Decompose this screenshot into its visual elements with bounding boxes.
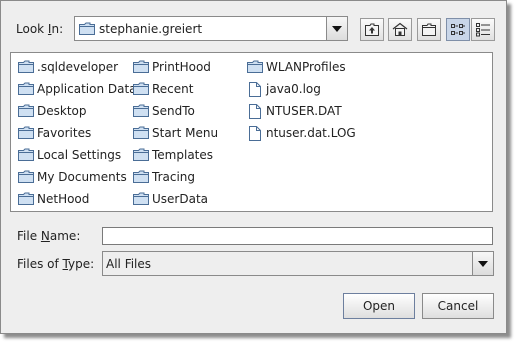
look-in-label-prefix: Look	[16, 22, 48, 36]
folder-icon	[18, 148, 34, 164]
cancel-button[interactable]: Cancel	[422, 293, 494, 319]
look-in-dropdown-button[interactable]	[326, 17, 347, 40]
folder-icon	[133, 104, 149, 120]
file-name-label-suffix: ame:	[49, 229, 81, 243]
folder-icon	[133, 60, 149, 76]
look-in-label-suffix: n:	[51, 22, 64, 36]
home-button[interactable]	[388, 18, 412, 41]
folder-icon	[133, 148, 149, 164]
file-type-value: All Files	[106, 257, 152, 271]
folder-icon	[18, 82, 34, 98]
list-item-label: Start Menu	[152, 126, 219, 140]
folder-icon	[133, 192, 149, 208]
file-type-label-suffix: ype:	[68, 257, 95, 271]
file-icon	[247, 104, 263, 122]
up-one-level-button[interactable]	[360, 18, 384, 41]
list-item-label: SendTo	[152, 104, 195, 118]
list-view-button[interactable]	[446, 18, 470, 41]
folder-icon	[18, 104, 34, 120]
folder-icon	[247, 60, 263, 76]
file-type-combo[interactable]: All Files	[102, 251, 494, 276]
list-item-label: Local Settings	[37, 148, 122, 162]
list-item-label: Tracing	[152, 170, 196, 184]
folder-icon	[18, 126, 34, 142]
list-item-label: WLANProfiles	[266, 60, 346, 74]
list-item-label: Application Data	[37, 82, 137, 96]
file-name-input[interactable]	[102, 227, 493, 245]
list-item-label: NetHood	[37, 192, 90, 206]
details-view-button[interactable]	[471, 18, 495, 41]
folder-icon	[18, 60, 34, 76]
list-item-label: ntuser.dat.LOG	[266, 126, 356, 140]
new-folder-button[interactable]	[417, 18, 441, 41]
file-chooser-dialog: Look In: stephanie.greiert .sqldeveloper…	[0, 0, 507, 334]
file-icon	[247, 82, 263, 100]
file-name-label-mnemonic: N	[40, 229, 50, 243]
list-item-label: PrintHood	[152, 60, 211, 74]
file-type-label: Files of Type:	[17, 257, 94, 271]
list-item-label: UserData	[152, 192, 209, 206]
folder-icon	[79, 22, 95, 38]
list-item-label: java0.log	[266, 82, 321, 96]
file-icon	[247, 126, 263, 144]
file-name-label: File Name:	[17, 229, 80, 243]
list-item-label: .sqldeveloper	[37, 60, 119, 74]
list-item-label: Recent	[152, 82, 194, 96]
list-item-label: My Documents	[37, 170, 127, 184]
list-item-label: Favorites	[37, 126, 92, 140]
folder-icon	[18, 192, 34, 208]
folder-icon	[18, 170, 34, 186]
list-item-label: NTUSER.DAT	[266, 104, 342, 118]
open-button[interactable]: Open	[343, 293, 415, 319]
chevron-down-icon	[478, 261, 488, 267]
chevron-down-icon	[332, 26, 342, 32]
list-item-label: Templates	[152, 148, 214, 162]
folder-icon	[133, 126, 149, 142]
file-name-label-prefix: File	[17, 229, 41, 243]
folder-icon	[133, 170, 149, 186]
look-in-label: Look In:	[16, 22, 63, 36]
list-item-label: Desktop	[37, 104, 87, 118]
look-in-combo[interactable]: stephanie.greiert	[74, 16, 348, 41]
file-type-label-prefix: Files of	[17, 257, 63, 271]
look-in-value: stephanie.greiert	[99, 22, 203, 36]
file-type-dropdown-button[interactable]	[472, 252, 493, 275]
file-list[interactable]: .sqldeveloper Application Data Desktop F…	[10, 52, 493, 212]
folder-icon	[133, 82, 149, 98]
